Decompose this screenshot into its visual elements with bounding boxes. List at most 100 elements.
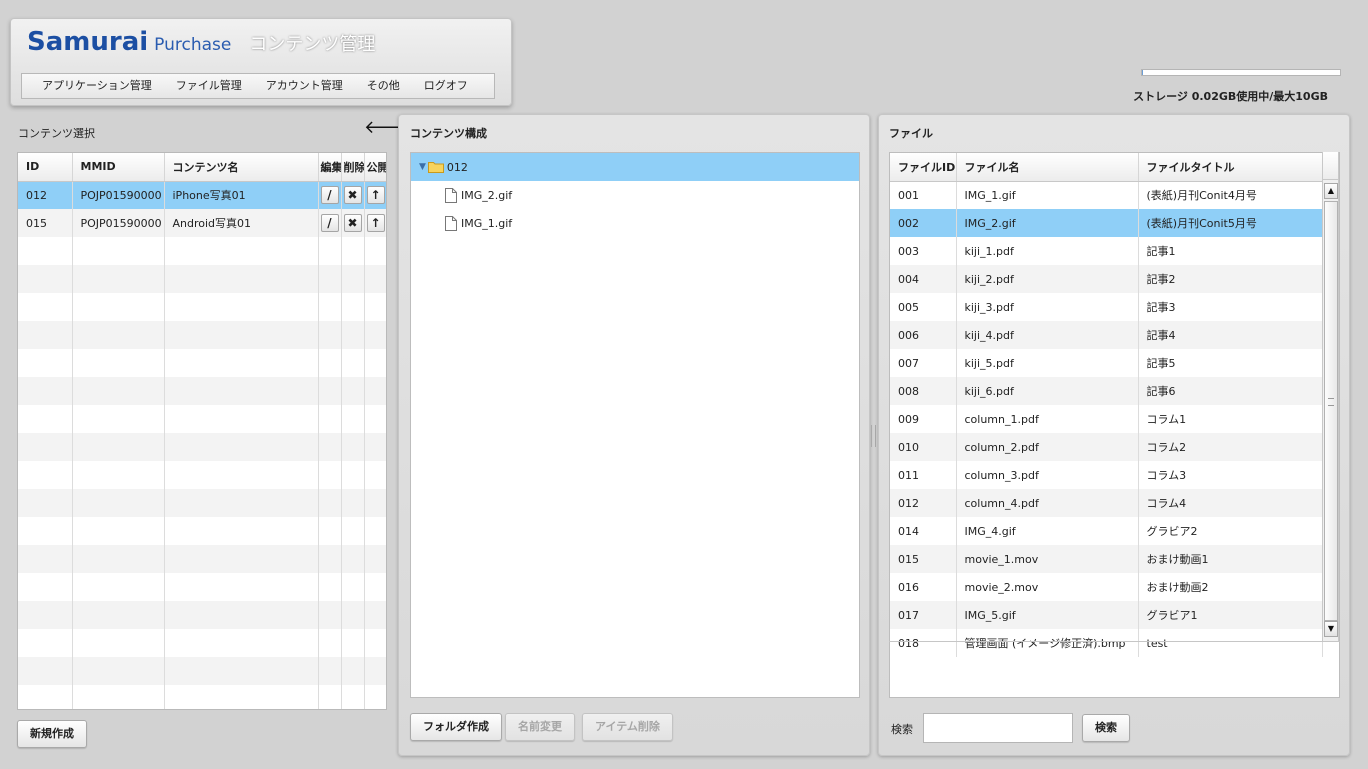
delete-item-button[interactable]: アイテム削除	[582, 713, 673, 741]
cell-file-title: おまけ動画1	[1138, 545, 1323, 573]
new-content-button[interactable]: 新規作成	[17, 720, 87, 748]
cell-file-id: 004	[890, 265, 957, 293]
table-row	[18, 237, 386, 265]
table-row	[18, 573, 386, 601]
table-row[interactable]: 014 IMG_4.gif グラビア2	[890, 517, 1323, 545]
col-content-name[interactable]: コンテンツ名	[164, 153, 319, 182]
table-row[interactable]: 007 kiji_5.pdf 記事5	[890, 349, 1323, 377]
search-input[interactable]	[923, 713, 1073, 743]
cell-file-id: 005	[890, 293, 957, 321]
expand-toggle-icon[interactable]: ▼	[419, 162, 426, 172]
table-row[interactable]: 015 movie_1.mov おまけ動画1	[890, 545, 1323, 573]
cell-file-name: kiji_6.pdf	[956, 377, 1139, 405]
table-row	[18, 321, 386, 349]
tree-root-folder[interactable]: ▼ 012	[411, 153, 859, 181]
back-arrow-icon[interactable]: 🡐	[364, 118, 412, 138]
file-grid: ファイルID ファイル名 ファイルタイトル 001 IMG_1.gif (表紙)月刊…	[889, 152, 1340, 698]
cell-file-id: 007	[890, 349, 957, 377]
publish-icon[interactable]: ↑	[366, 186, 385, 205]
col-delete[interactable]: 削除	[341, 153, 365, 182]
table-row	[18, 545, 386, 573]
cell-file-title: test	[1138, 629, 1323, 657]
cell-file-id: 006	[890, 321, 957, 349]
col-edit[interactable]: 編集	[318, 153, 342, 182]
file-panel-title: ファイル	[889, 127, 933, 140]
structure-title: コンテンツ構成	[410, 127, 487, 140]
table-row[interactable]: 017 IMG_5.gif グラビア1	[890, 601, 1323, 629]
edit-icon[interactable]: /	[320, 186, 339, 205]
table-row[interactable]: 018 管理画面 (イメージ修正済).bmp test	[890, 629, 1323, 657]
cell-id: 015	[18, 209, 73, 237]
cell-file-name: IMG_1.gif	[956, 181, 1139, 209]
cell-file-name: movie_1.mov	[956, 545, 1139, 573]
table-row[interactable]: 009 column_1.pdf コラム1	[890, 405, 1323, 433]
col-id[interactable]: ID	[18, 153, 73, 182]
cell-file-title: コラム1	[1138, 405, 1323, 433]
tree-file-item[interactable]: IMG_2.gif	[411, 181, 859, 209]
table-row[interactable]: 012 POJP01590000 iPhone写真01/✖ ↑	[18, 181, 386, 209]
tree-root-label: 012	[446, 160, 468, 174]
edit-icon[interactable]: /	[320, 214, 339, 232]
create-folder-button[interactable]: フォルダ作成	[410, 713, 502, 741]
nav-file[interactable]: ファイル管理	[164, 74, 254, 98]
cell-file-name: 管理画面 (イメージ修正済).bmp	[956, 629, 1139, 657]
cell-file-title: 記事5	[1138, 349, 1323, 377]
rename-button[interactable]: 名前変更	[505, 713, 575, 741]
publish-icon[interactable]: ↑	[366, 214, 385, 232]
nav-other[interactable]: その他	[355, 74, 412, 98]
cell-mmid: POJP01590000	[72, 181, 165, 209]
cell-file-name: column_3.pdf	[956, 461, 1139, 489]
nav-account[interactable]: アカウント管理	[254, 74, 355, 98]
table-row[interactable]: 005 kiji_3.pdf 記事3	[890, 293, 1323, 321]
cell-file-id: 015	[890, 545, 957, 573]
cell-file-id: 009	[890, 405, 957, 433]
col-file-title[interactable]: ファイルタイトル	[1138, 153, 1323, 182]
col-publish[interactable]: 公開	[364, 153, 386, 182]
col-file-name[interactable]: ファイル名	[956, 153, 1139, 182]
table-row	[18, 685, 386, 709]
cell-file-name: IMG_5.gif	[956, 601, 1139, 629]
cell-file-name: kiji_2.pdf	[956, 265, 1139, 293]
table-row	[18, 517, 386, 545]
scroll-down-icon[interactable]: ▼	[1324, 621, 1338, 637]
table-row[interactable]: 016 movie_2.mov おまけ動画2	[890, 573, 1323, 601]
table-row[interactable]: 003 kiji_1.pdf 記事1	[890, 237, 1323, 265]
tree-file-item[interactable]: IMG_1.gif	[411, 209, 859, 237]
cell-id: 012	[18, 181, 73, 209]
col-mmid[interactable]: MMID	[72, 153, 165, 182]
cell-file-title: 記事1	[1138, 237, 1323, 265]
table-row[interactable]: 012 column_4.pdf コラム4	[890, 489, 1323, 517]
storage-usage-bar	[1141, 69, 1341, 76]
cell-file-title: コラム3	[1138, 461, 1323, 489]
col-file-id[interactable]: ファイルID	[890, 153, 957, 182]
cell-file-id: 016	[890, 573, 957, 601]
table-row[interactable]: 002 IMG_2.gif (表紙)月刊Conit5月号	[890, 209, 1323, 237]
cell-file-title: 記事2	[1138, 265, 1323, 293]
table-row[interactable]: 011 column_3.pdf コラム3	[890, 461, 1323, 489]
table-row[interactable]: 010 column_2.pdf コラム2	[890, 433, 1323, 461]
table-row[interactable]: 001 IMG_1.gif (表紙)月刊Conit4月号	[890, 181, 1323, 209]
delete-icon[interactable]: ✖	[343, 186, 362, 205]
nav-logoff[interactable]: ログオフ	[412, 74, 494, 98]
cell-file-title: コラム2	[1138, 433, 1323, 461]
search-label: 検索	[891, 723, 913, 736]
cell-file-name: column_2.pdf	[956, 433, 1139, 461]
cell-file-id: 010	[890, 433, 957, 461]
nav-application[interactable]: アプリケーション管理	[22, 74, 164, 98]
cell-file-name: IMG_4.gif	[956, 517, 1139, 545]
table-row[interactable]: 015 POJP01590000 Android写真01/✖ ↑	[18, 209, 386, 237]
search-button[interactable]: 検索	[1082, 714, 1130, 742]
tree-file-label: IMG_1.gif	[461, 216, 513, 230]
file-grid-scrollbar[interactable]: ▲ ▼	[1322, 152, 1339, 641]
table-row[interactable]: 008 kiji_6.pdf 記事6	[890, 377, 1323, 405]
file-icon	[445, 187, 457, 203]
cell-mmid: POJP01590000	[72, 209, 165, 237]
panel-splitter-handle[interactable]	[871, 425, 876, 447]
scroll-thumb[interactable]	[1324, 201, 1338, 621]
cell-file-name: kiji_4.pdf	[956, 321, 1139, 349]
table-row[interactable]: 006 kiji_4.pdf 記事4	[890, 321, 1323, 349]
table-row[interactable]: 004 kiji_2.pdf 記事2	[890, 265, 1323, 293]
scroll-up-icon[interactable]: ▲	[1324, 183, 1338, 199]
table-row	[18, 293, 386, 321]
delete-icon[interactable]: ✖	[343, 214, 362, 232]
